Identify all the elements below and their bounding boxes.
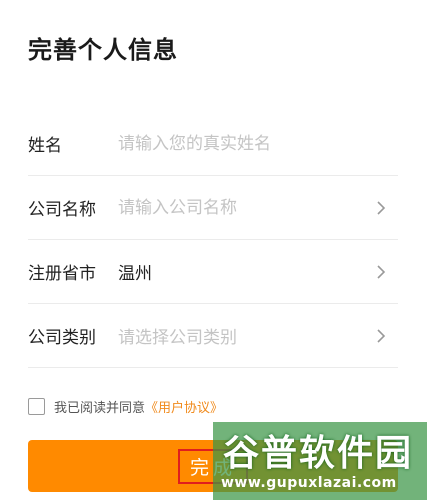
province-city-row[interactable]: 注册省市 温州	[28, 240, 398, 304]
company-name-row[interactable]: 公司名称	[28, 176, 398, 240]
company-type-select[interactable]: 请选择公司类别	[118, 323, 398, 348]
company-name-label: 公司名称	[28, 200, 96, 220]
agreement-text: 我已阅读并同意	[54, 401, 146, 416]
user-agreement-link[interactable]: 《用户协议》	[145, 397, 223, 416]
company-type-row[interactable]: 公司类别 请选择公司类别	[28, 304, 398, 368]
company-type-label: 公司类别	[28, 328, 96, 348]
chevron-right-icon	[377, 328, 386, 343]
chevron-right-icon	[377, 200, 386, 215]
profile-form: 姓名 公司名称 注册省市 温州 公司类别 请选择公司类别	[28, 112, 398, 368]
name-row[interactable]: 姓名	[28, 112, 398, 176]
province-city-label: 注册省市	[28, 264, 96, 284]
name-input[interactable]	[118, 133, 398, 154]
watermark: 谷普软件园 www.gupuxlazai.com	[213, 422, 427, 500]
watermark-url: www.gupuxlazai.com	[221, 475, 397, 491]
agreement-row: 我已阅读并同意 《用户协议》	[28, 397, 223, 416]
page-title: 完善个人信息	[28, 36, 178, 64]
agreement-checkbox[interactable]	[28, 398, 45, 415]
chevron-right-icon	[377, 264, 386, 279]
province-city-value[interactable]: 温州	[118, 259, 398, 284]
watermark-brand: 谷普软件园	[223, 433, 414, 474]
name-label: 姓名	[28, 136, 62, 156]
company-name-input[interactable]	[118, 197, 398, 218]
